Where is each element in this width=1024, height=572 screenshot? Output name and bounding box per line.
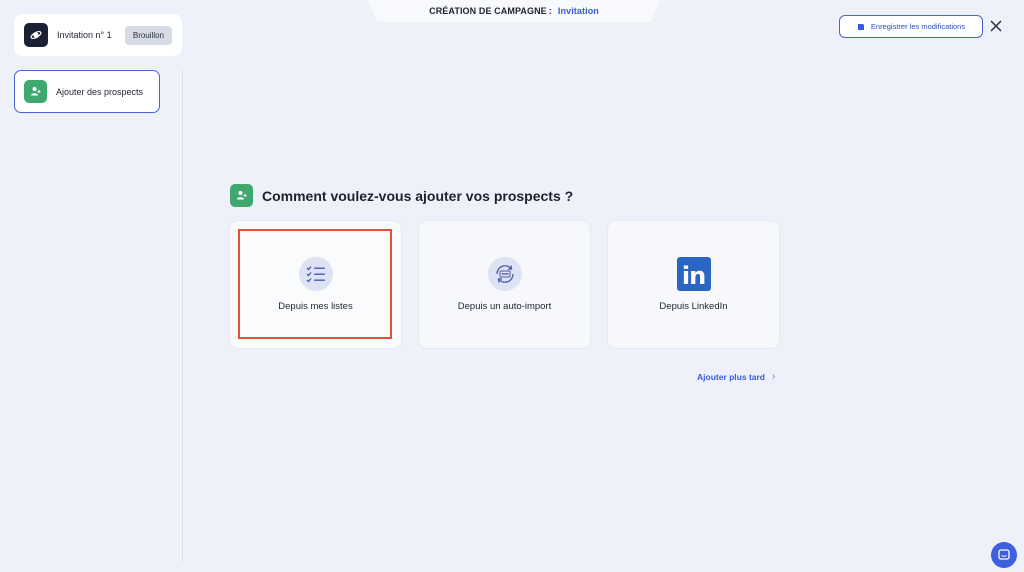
close-icon bbox=[990, 20, 1002, 32]
close-button[interactable] bbox=[988, 18, 1004, 34]
chat-button[interactable] bbox=[991, 542, 1017, 568]
status-badge: Brouillon bbox=[124, 25, 172, 45]
chat-icon bbox=[998, 549, 1010, 560]
header-campaign-type: Invitation bbox=[557, 6, 599, 16]
add-later-label: Ajouter plus tard bbox=[697, 371, 766, 382]
save-icon bbox=[857, 23, 864, 30]
sidebar-item-label: Ajouter des prospects bbox=[56, 86, 144, 97]
option-label: Depuis LinkedIn bbox=[659, 301, 728, 312]
campaign-header: CRÉATION DE CAMPAGNE : Invitation bbox=[368, 0, 660, 22]
option-auto-import[interactable]: Depuis un auto-import bbox=[418, 220, 591, 349]
add-later-link[interactable]: Ajouter plus tard › bbox=[697, 371, 775, 382]
user-add-icon bbox=[230, 184, 253, 207]
save-button[interactable]: Enregistrer les modifications bbox=[839, 15, 983, 38]
chevron-right-icon: › bbox=[772, 371, 776, 382]
option-linkedin[interactable]: in Depuis LinkedIn bbox=[607, 220, 780, 349]
linkedin-icon: in bbox=[676, 257, 711, 291]
user-add-icon bbox=[24, 80, 47, 103]
sidebar-item-add-prospects[interactable]: Ajouter des prospects bbox=[14, 70, 160, 113]
page-title: Comment voulez-vous ajouter vos prospect… bbox=[262, 187, 574, 204]
campaign-card[interactable]: Invitation n° 1 Brouillon bbox=[14, 14, 182, 56]
campaign-name: Invitation n° 1 bbox=[57, 30, 112, 40]
header-separator: : bbox=[548, 6, 552, 16]
rocket-icon bbox=[24, 23, 48, 47]
checklist-icon bbox=[298, 257, 333, 291]
csv-sync-icon bbox=[487, 257, 522, 291]
section-header: Comment voulez-vous ajouter vos prospect… bbox=[230, 184, 573, 207]
sidebar-divider bbox=[182, 70, 183, 562]
save-button-label: Enregistrer les modifications bbox=[870, 22, 966, 31]
header-title: CRÉATION DE CAMPAGNE bbox=[429, 6, 547, 16]
option-from-lists[interactable]: Depuis mes listes bbox=[229, 220, 402, 349]
option-label: Depuis mes listes bbox=[278, 301, 353, 312]
option-label: Depuis un auto-import bbox=[457, 301, 552, 312]
